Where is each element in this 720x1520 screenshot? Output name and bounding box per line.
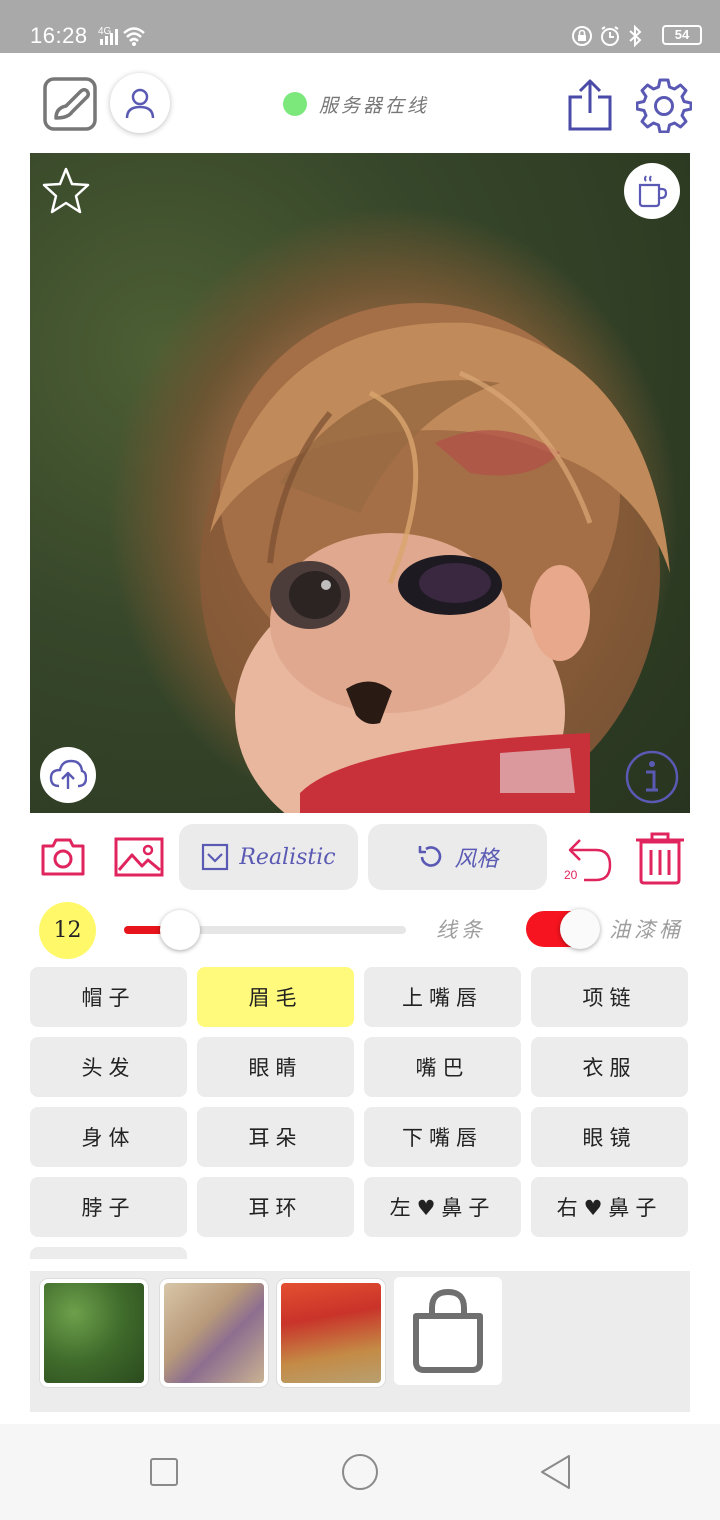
brush-controls: 12 线条 油漆桶 — [0, 900, 720, 960]
face-parts-grid: 帽子 眉毛 上嘴唇 项链头发 眼睛 嘴巴 衣服身体 耳朵 下嘴唇 眼镜脖子 耳环 左♥鼻子 右♥鼻子 — [30, 967, 690, 1259]
drawing-canvas[interactable] — [30, 153, 690, 813]
part-button[interactable]: 耳环 — [197, 1177, 354, 1237]
bluetooth-icon — [629, 24, 642, 48]
system-nav-bar — [0, 1424, 720, 1520]
delete-button[interactable] — [632, 830, 688, 886]
brush-size-slider-thumb[interactable] — [160, 910, 201, 950]
info-icon — [625, 750, 679, 804]
circle-icon — [342, 1454, 378, 1490]
image-icon — [114, 837, 164, 877]
part-button[interactable]: 眼镜 — [531, 1107, 688, 1167]
part-button[interactable]: 身体 — [30, 1107, 187, 1167]
refresh-icon — [419, 846, 442, 867]
texture-red-flowers[interactable] — [277, 1279, 385, 1387]
part-button-partial[interactable] — [30, 1247, 187, 1259]
part-button[interactable]: 帽子 — [30, 967, 187, 1027]
coffee-cup-icon — [638, 175, 668, 208]
brush-size-slider[interactable] — [124, 910, 406, 950]
user-account-button[interactable] — [110, 73, 170, 133]
donate-coffee-button[interactable] — [624, 163, 680, 219]
edit-square-icon — [43, 77, 97, 131]
part-button[interactable]: 上嘴唇 — [364, 967, 521, 1027]
share-icon — [568, 79, 612, 131]
triangle-back-icon — [541, 1455, 570, 1489]
texture-shop-button[interactable] — [394, 1277, 502, 1385]
part-button[interactable]: 下嘴唇 — [364, 1107, 521, 1167]
gear-icon — [636, 78, 692, 133]
alarm-icon — [601, 26, 619, 46]
svg-text:4G: 4G — [98, 26, 112, 37]
info-button[interactable] — [624, 749, 680, 805]
sketch-mode-button[interactable] — [42, 76, 98, 132]
recents-button[interactable] — [144, 1452, 184, 1492]
network-indicator: 4G — [98, 25, 146, 47]
portrait-image — [200, 303, 670, 813]
server-status: 服务器在线 — [283, 91, 429, 117]
status-bar: 16:28 4G 54 — [0, 0, 720, 53]
part-button[interactable]: 眉毛 — [197, 967, 354, 1027]
part-button[interactable]: 眼睛 — [197, 1037, 354, 1097]
trash-icon — [636, 832, 684, 885]
bucket-mode-label: 油漆桶 — [609, 918, 684, 942]
shopping-bag-icon — [413, 1288, 483, 1373]
server-status-dot — [283, 92, 307, 116]
part-button[interactable]: 耳朵 — [197, 1107, 354, 1167]
brush-size-indicator: 12 — [39, 902, 96, 959]
part-button[interactable]: 右♥鼻子 — [531, 1177, 688, 1237]
favorite-button[interactable] — [40, 165, 92, 217]
texture-wall-flowers[interactable] — [160, 1279, 268, 1387]
status-time: 16:28 — [30, 23, 88, 48]
cloud-upload-icon — [49, 759, 87, 789]
texture-strip — [30, 1271, 690, 1412]
undo-count: 20 — [564, 868, 578, 882]
undo-button[interactable]: 20 — [560, 830, 616, 886]
part-button[interactable]: 衣服 — [531, 1037, 688, 1097]
battery-indicator: 54 — [662, 25, 702, 45]
camera-icon — [41, 838, 85, 876]
gallery-button[interactable] — [112, 834, 166, 880]
paint-bucket-toggle[interactable] — [526, 909, 600, 949]
square-icon — [150, 1458, 178, 1486]
realistic-button[interactable]: Realistic — [179, 824, 358, 890]
checkbox-icon — [202, 843, 229, 871]
camera-button[interactable] — [38, 834, 88, 880]
part-button[interactable]: 头发 — [30, 1037, 187, 1097]
lock-icon — [572, 26, 592, 46]
status-icons — [572, 24, 650, 48]
toggle-thumb — [560, 909, 600, 949]
settings-button[interactable] — [636, 77, 692, 133]
line-mode-label: 线条 — [436, 918, 486, 942]
tool-row: Realistic 风格 20 — [0, 824, 720, 892]
part-button[interactable]: 脖子 — [30, 1177, 187, 1237]
realistic-label: Realistic — [239, 844, 336, 870]
part-button[interactable]: 嘴巴 — [364, 1037, 521, 1097]
server-status-text: 服务器在线 — [319, 94, 430, 117]
user-icon — [125, 88, 155, 119]
style-button[interactable]: 风格 — [368, 824, 547, 890]
part-button[interactable]: 左♥鼻子 — [364, 1177, 521, 1237]
star-icon — [42, 167, 90, 214]
top-bar: 服务器在线 — [0, 53, 720, 153]
texture-foliage[interactable] — [40, 1279, 148, 1387]
back-button[interactable] — [536, 1452, 576, 1492]
upload-button[interactable] — [40, 747, 96, 803]
share-button[interactable] — [566, 77, 614, 133]
signal-icon: 4G — [98, 26, 145, 46]
style-label: 风格 — [454, 847, 499, 872]
home-button[interactable] — [340, 1452, 380, 1492]
part-button[interactable]: 项链 — [531, 967, 688, 1027]
